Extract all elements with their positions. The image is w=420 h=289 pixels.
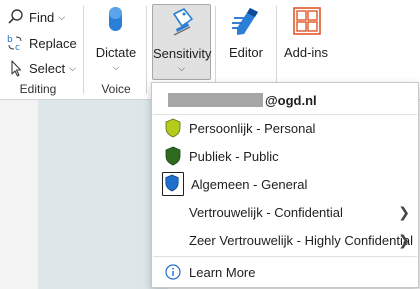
shield-lime-icon <box>164 118 182 138</box>
replace-icon: b c <box>6 34 26 53</box>
voice-group-label: Voice <box>101 82 131 96</box>
chevron-down-icon: ⌵ <box>58 11 66 22</box>
shield-green-icon <box>164 146 182 166</box>
chevron-down-icon: ⌵ <box>178 63 185 73</box>
chevron-down-icon: ⌵ <box>69 62 76 73</box>
menu-item-highly-confidential[interactable]: Zeer Vertrouwelijk - Highly Confidential… <box>152 226 418 254</box>
editor-label: Editor <box>229 45 263 60</box>
svg-text:b: b <box>7 35 13 45</box>
cursor-icon <box>6 59 26 77</box>
replace-button[interactable]: b c Replace <box>6 32 77 54</box>
redacted-username <box>168 93 263 107</box>
chevron-right-icon: ❯ <box>398 231 410 248</box>
menu-divider <box>153 256 417 257</box>
menu-item-label: Persoonlijk - Personal <box>189 120 316 136</box>
account-header: @ogd.nl <box>168 92 317 108</box>
menu-item-personal[interactable]: Persoonlijk - Personal <box>152 114 418 142</box>
editor-pen-icon <box>228 4 264 42</box>
microphone-icon <box>98 4 134 42</box>
addins-label: Add-ins <box>283 45 329 60</box>
editing-group-label: Editing <box>19 82 57 96</box>
document-page[interactable] <box>38 100 168 289</box>
editor-button[interactable]: Editor <box>222 4 270 78</box>
chevron-right-icon: ❯ <box>398 203 410 220</box>
chevron-down-icon[interactable]: ⌵ <box>90 62 142 73</box>
addins-button[interactable]: Add-ins <box>282 4 330 78</box>
group-divider <box>215 6 216 94</box>
menu-item-confidential[interactable]: Vertrouwelijk - Confidential ❯ <box>152 198 418 226</box>
menu-item-public[interactable]: Publiek - Public <box>152 142 418 170</box>
dictate-button[interactable]: Dictate ⌵ <box>90 4 142 78</box>
menu-item-label: Algemeen - General <box>191 176 308 192</box>
select-button[interactable]: Select ⌵ <box>6 57 76 79</box>
find-label: Find <box>29 9 55 25</box>
shield-blue-icon <box>162 172 184 196</box>
group-divider <box>276 6 277 94</box>
info-icon <box>165 264 181 280</box>
group-divider <box>146 6 147 94</box>
select-label: Select <box>29 60 66 76</box>
menu-item-label: Publiek - Public <box>189 148 279 164</box>
sensitivity-menu: @ogd.nl Persoonlijk - Personal Publiek -… <box>151 82 419 288</box>
addins-grid-icon <box>288 4 324 42</box>
learn-more-label: Learn More <box>189 264 256 280</box>
svg-text:c: c <box>15 43 20 52</box>
menu-item-label: Zeer Vertrouwelijk - Highly Confidential <box>189 232 413 248</box>
search-icon <box>6 8 26 26</box>
menu-item-general[interactable]: Algemeen - General <box>152 170 418 198</box>
sensitivity-button[interactable]: Sensitivity ⌵ <box>152 4 212 80</box>
group-divider <box>83 6 84 94</box>
menu-item-label: Vertrouwelijk - Confidential <box>189 204 343 220</box>
sensitivity-icon <box>164 5 200 43</box>
account-domain: @ogd.nl <box>265 92 317 108</box>
find-button[interactable]: Find ⌵ <box>6 6 65 28</box>
replace-label: Replace <box>29 35 77 51</box>
sensitivity-label: Sensitivity <box>153 46 212 61</box>
menu-item-learn-more[interactable]: Learn More <box>152 258 418 286</box>
dictate-label: Dictate <box>95 45 137 60</box>
